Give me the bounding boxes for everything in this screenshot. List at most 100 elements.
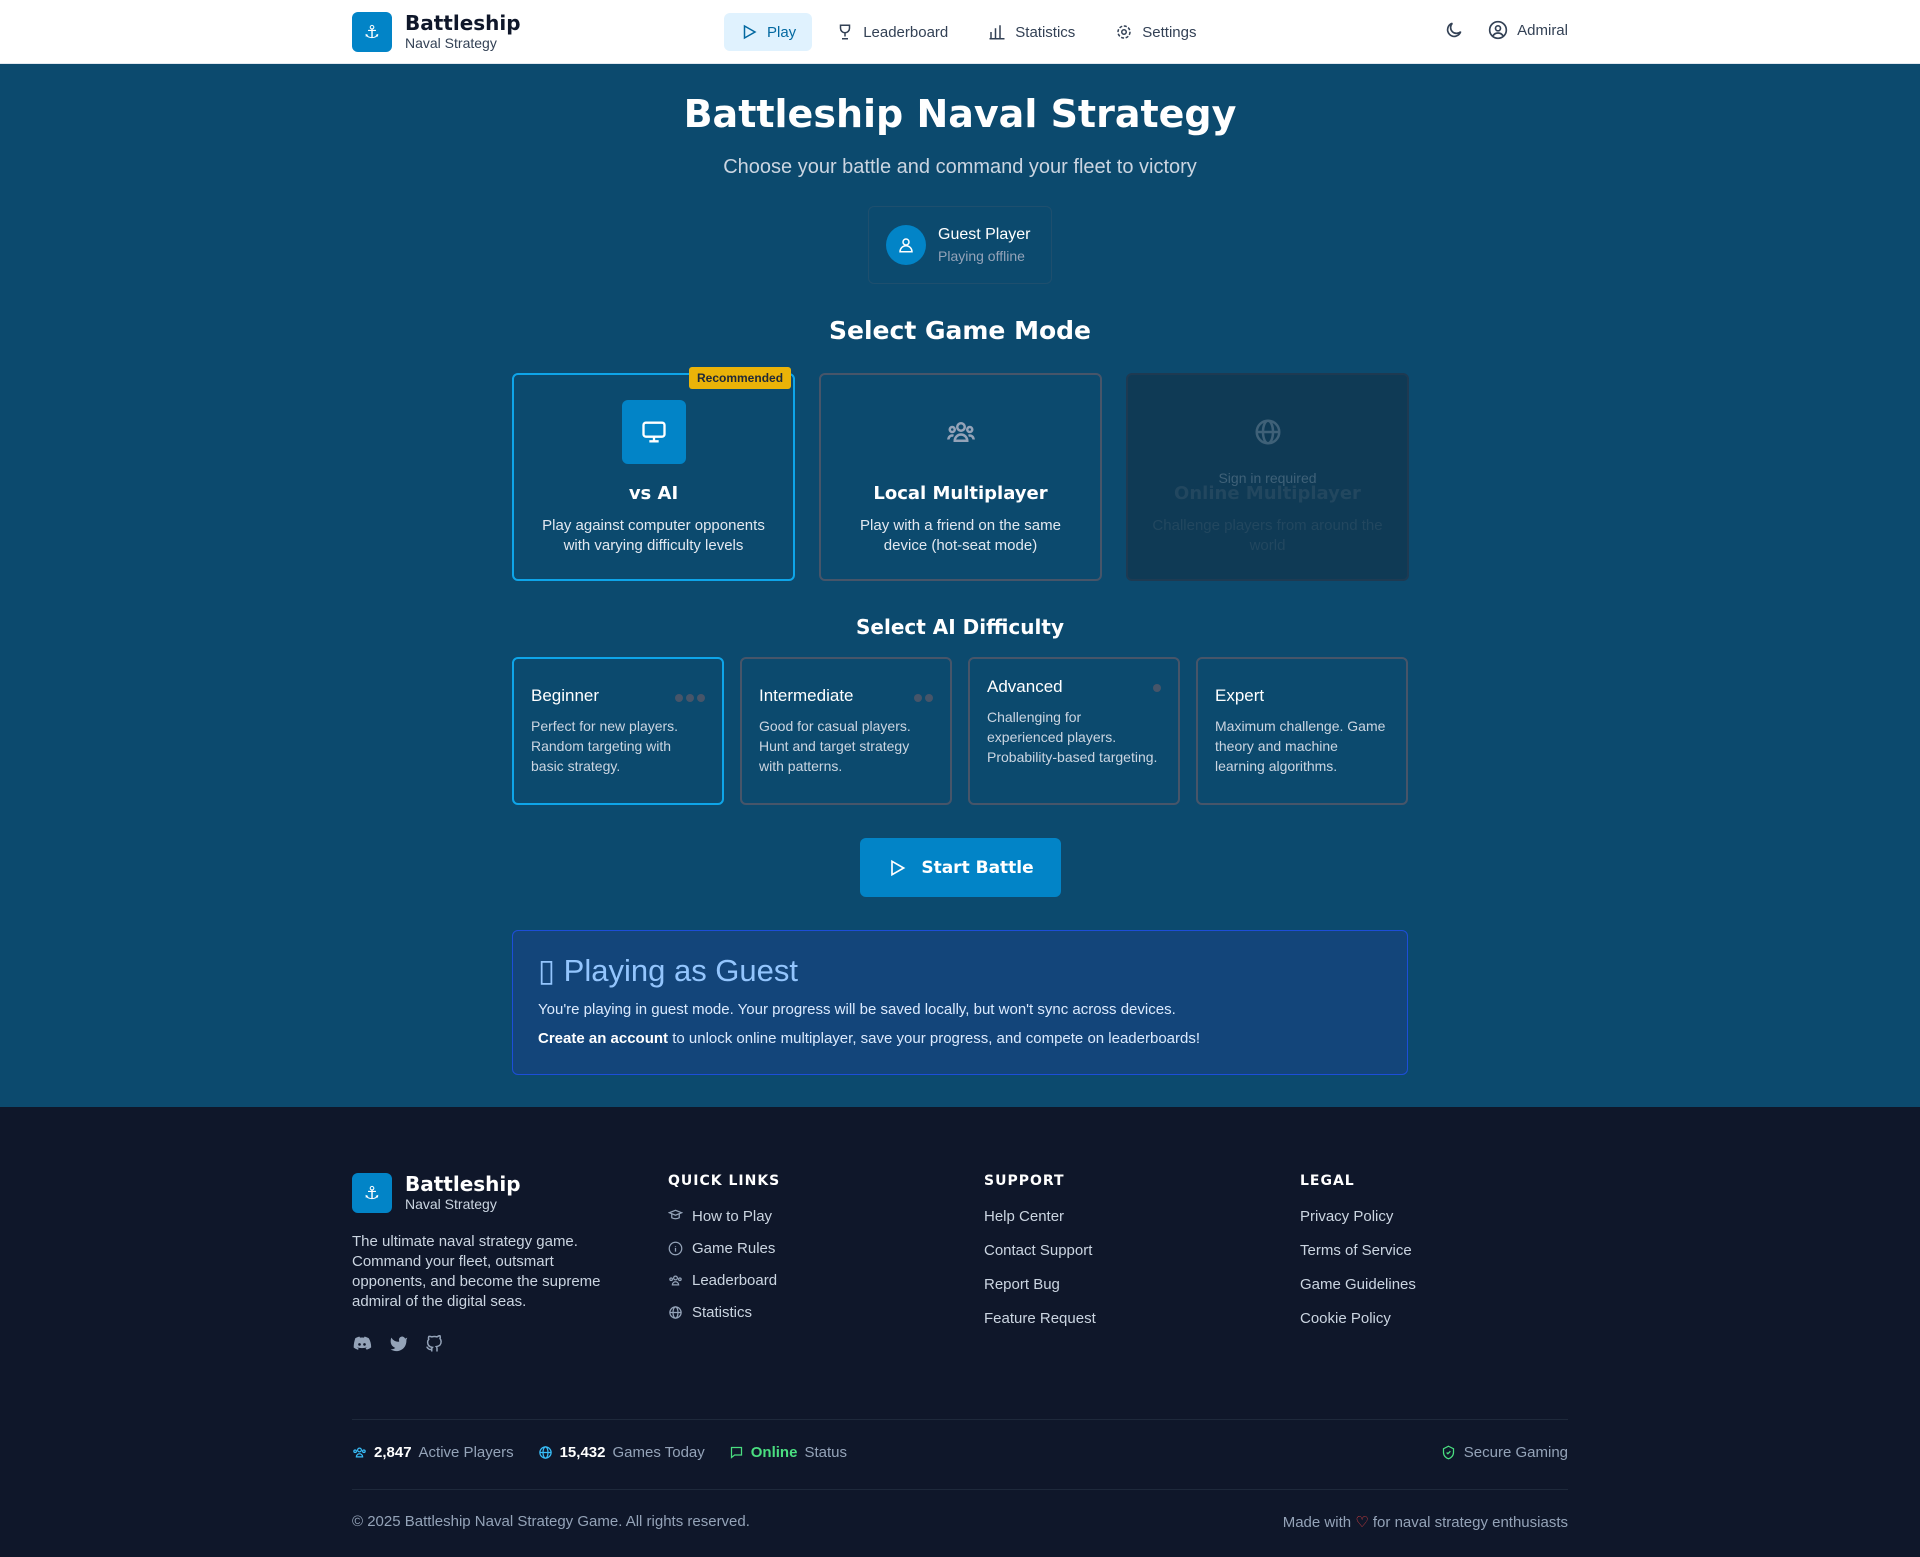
users-icon bbox=[947, 422, 975, 442]
copyright: © 2025 Battleship Naval Strategy Game. A… bbox=[352, 1513, 750, 1530]
link-terms-of-service[interactable]: Terms of Service bbox=[1300, 1242, 1416, 1259]
difficulty-name: Expert bbox=[1215, 686, 1265, 705]
nav-statistics[interactable]: Statistics bbox=[972, 13, 1091, 51]
legal-links: LEGAL Privacy Policy Terms of Service Ga… bbox=[1300, 1173, 1416, 1344]
user-name: Admiral bbox=[1517, 21, 1568, 39]
users-icon bbox=[353, 1447, 366, 1458]
stat-online-status: Online Status bbox=[729, 1444, 847, 1461]
guest-info-cta-text: to unlock online multiplayer, save your … bbox=[668, 1030, 1201, 1047]
discord-icon[interactable] bbox=[352, 1335, 372, 1353]
app-subtitle: Naval Strategy bbox=[405, 35, 497, 51]
mode-name: vs AI bbox=[628, 483, 679, 504]
difficulty-desc: Maximum challenge. Game theory and machi… bbox=[1215, 718, 1386, 774]
nav-settings[interactable]: Settings bbox=[1099, 13, 1212, 51]
user-menu[interactable]: Admiral bbox=[1488, 20, 1568, 40]
made-prefix: Made with bbox=[1282, 1514, 1352, 1531]
stat-games-today: 15,432 Games Today bbox=[538, 1444, 705, 1461]
nav-settings-label: Settings bbox=[1142, 23, 1197, 41]
stat-label: Status bbox=[804, 1444, 847, 1461]
create-account-link[interactable]: Create an account bbox=[538, 1030, 668, 1047]
footer: ⚓ Battleship Naval Strategy The ultimate… bbox=[0, 1107, 1920, 1557]
chat-icon bbox=[730, 1446, 742, 1459]
footer-app-subtitle: Naval Strategy bbox=[405, 1196, 497, 1212]
link-feature-request[interactable]: Feature Request bbox=[984, 1310, 1096, 1327]
bar-chart-icon bbox=[989, 25, 1005, 40]
nav-leaderboard-label: Leaderboard bbox=[863, 23, 949, 41]
nav-play[interactable]: Play bbox=[724, 13, 813, 51]
link-leaderboard[interactable]: Leaderboard bbox=[668, 1272, 780, 1289]
gear-icon bbox=[1117, 25, 1132, 39]
footer-stats: 2,847 Active Players 15,432 Games Today … bbox=[352, 1444, 847, 1461]
start-battle-label: Start Battle bbox=[921, 857, 1034, 878]
mode-card-online-multiplayer: Sign in required Online Multiplayer Chal… bbox=[1126, 373, 1409, 581]
secure-gaming-label: Secure Gaming bbox=[1463, 1444, 1568, 1461]
footer-divider bbox=[352, 1489, 1568, 1490]
difficulty-name: Intermediate bbox=[759, 686, 854, 705]
difficulty-desc: Perfect for new players. Random targetin… bbox=[531, 718, 679, 774]
moon-icon[interactable] bbox=[1444, 20, 1464, 40]
link-privacy-policy[interactable]: Privacy Policy bbox=[1300, 1208, 1416, 1225]
stat-value: 15,432 bbox=[559, 1444, 606, 1461]
play-icon bbox=[891, 859, 906, 876]
link-report-bug[interactable]: Report Bug bbox=[984, 1276, 1096, 1293]
difficulty-dots bbox=[675, 694, 705, 702]
footer-divider bbox=[352, 1419, 1568, 1420]
users-icon bbox=[669, 1275, 682, 1286]
anchor-icon: ⚓ bbox=[352, 12, 392, 52]
github-icon[interactable] bbox=[425, 1335, 443, 1353]
guest-name: Guest Player bbox=[938, 226, 1031, 243]
mode-desc: Play against computer opponents with var… bbox=[542, 517, 765, 554]
guest-player-card: Guest Player Playing offline bbox=[868, 206, 1052, 284]
secure-gaming: Secure Gaming bbox=[1441, 1444, 1568, 1461]
page-subtitle: Choose your battle and command your flee… bbox=[723, 156, 1197, 178]
quick-links: QUICK LINKS How to Play Game Rules Leade… bbox=[668, 1173, 780, 1336]
link-label: How to Play bbox=[692, 1208, 773, 1225]
difficulty-card-advanced[interactable]: Advanced Challenging for experienced pla… bbox=[968, 657, 1180, 805]
guest-info-cta: Create an account to unlock online multi… bbox=[538, 1030, 1382, 1047]
mode-desc: Challenge players from around the world bbox=[1152, 517, 1383, 554]
link-game-guidelines[interactable]: Game Guidelines bbox=[1300, 1276, 1416, 1293]
made-with: Made with ♡ for naval strategy enthusias… bbox=[1283, 1513, 1568, 1531]
difficulty-title: Select AI Difficulty bbox=[856, 615, 1064, 639]
difficulty-dots bbox=[1153, 684, 1161, 692]
difficulty-desc: Good for casual players. Hunt and target… bbox=[759, 718, 911, 774]
link-label: Statistics bbox=[692, 1304, 753, 1321]
user-circle-icon bbox=[1488, 20, 1508, 40]
difficulty-card-intermediate[interactable]: Intermediate Good for casual players. Hu… bbox=[740, 657, 952, 805]
link-game-rules[interactable]: Game Rules bbox=[668, 1240, 780, 1257]
difficulty-dots bbox=[914, 694, 933, 702]
info-icon bbox=[668, 1241, 683, 1256]
mode-name: Online Multiplayer bbox=[1174, 483, 1361, 504]
support-title: SUPPORT bbox=[984, 1173, 1065, 1189]
difficulty-desc: Challenging for experienced players. Pro… bbox=[987, 709, 1158, 765]
mode-desc: Play with a friend on the same device (h… bbox=[860, 517, 1061, 554]
mode-name: Local Multiplayer bbox=[873, 483, 1048, 504]
link-help-center[interactable]: Help Center bbox=[984, 1208, 1096, 1225]
main-nav: Play Leaderboard Statistics Settings bbox=[724, 13, 1212, 51]
globe-icon bbox=[669, 1306, 682, 1319]
link-statistics[interactable]: Statistics bbox=[668, 1304, 780, 1321]
link-cookie-policy[interactable]: Cookie Policy bbox=[1300, 1310, 1416, 1327]
book-icon bbox=[668, 1209, 683, 1220]
top-navbar: ⚓ Battleship Naval Strategy Play Leaderb… bbox=[0, 0, 1920, 64]
nav-play-label: Play bbox=[767, 23, 797, 41]
mode-card-local-multiplayer[interactable]: Local Multiplayer Play with a friend on … bbox=[819, 373, 1102, 581]
mode-card-vs-ai[interactable]: vs AI Play against computer opponents wi… bbox=[512, 373, 795, 581]
nav-leaderboard[interactable]: Leaderboard bbox=[820, 13, 964, 51]
link-contact-support[interactable]: Contact Support bbox=[984, 1242, 1096, 1259]
twitter-icon[interactable] bbox=[389, 1335, 408, 1353]
footer-logo[interactable]: ⚓ Battleship Naval Strategy bbox=[352, 1173, 521, 1213]
stat-active-players: 2,847 Active Players bbox=[352, 1444, 514, 1461]
difficulty-card-expert[interactable]: Expert Maximum challenge. Game theory an… bbox=[1196, 657, 1408, 805]
play-icon bbox=[743, 24, 757, 40]
link-how-to-play[interactable]: How to Play bbox=[668, 1208, 780, 1225]
stat-value: 2,847 bbox=[374, 1444, 412, 1461]
shield-icon bbox=[1442, 1445, 1454, 1460]
anchor-icon: ⚓ bbox=[352, 1173, 392, 1213]
recommended-badge: Recommended bbox=[689, 367, 792, 389]
difficulty-card-beginner[interactable]: Beginner Perfect for new players. Random… bbox=[512, 657, 724, 805]
app-logo[interactable]: ⚓ Battleship Naval Strategy bbox=[352, 12, 521, 52]
start-battle-button[interactable]: Start Battle bbox=[860, 838, 1061, 897]
trophy-icon bbox=[839, 24, 851, 40]
footer-about: The ultimate naval strategy game. Comman… bbox=[352, 1233, 601, 1310]
